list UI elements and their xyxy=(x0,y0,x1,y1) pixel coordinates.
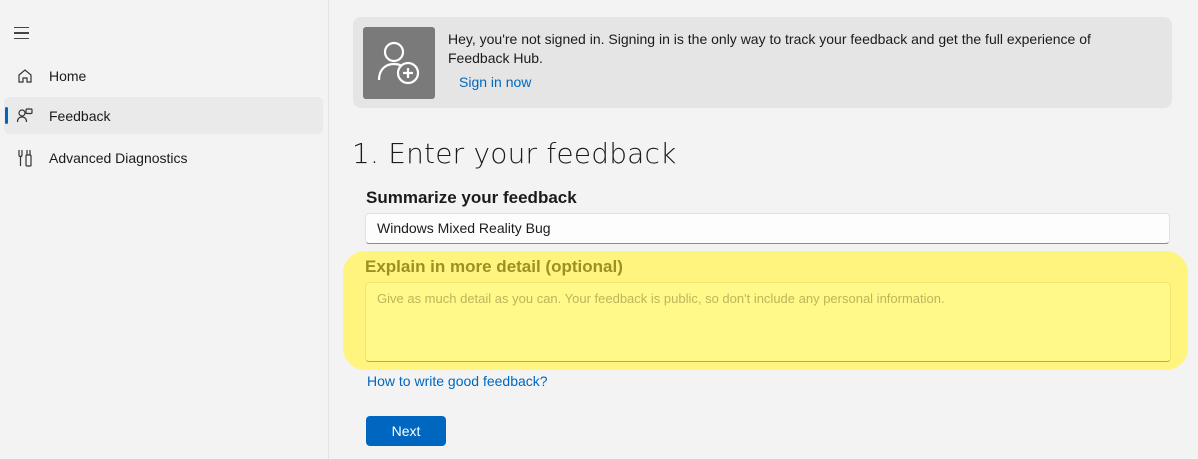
sidebar-item-label: Advanced Diagnostics xyxy=(49,149,188,166)
detail-textarea[interactable] xyxy=(365,282,1171,362)
sidebar-item-label: Home xyxy=(49,67,87,84)
feedback-icon xyxy=(16,107,34,125)
diagnostics-icon xyxy=(16,149,34,167)
detail-label: Explain in more detail (optional) xyxy=(365,257,623,276)
active-indicator xyxy=(5,107,8,124)
summary-input[interactable] xyxy=(365,213,1170,244)
next-button[interactable]: Next xyxy=(366,416,446,446)
sidebar-item-label: Feedback xyxy=(49,107,111,124)
page-title: 1. Enter your feedback xyxy=(352,137,677,170)
sidebar-item-advanced-diagnostics[interactable]: Advanced Diagnostics xyxy=(4,139,323,176)
hamburger-menu-icon[interactable] xyxy=(14,24,34,42)
signin-banner: Hey, you're not signed in. Signing in is… xyxy=(353,17,1172,108)
sidebar: Home Feedback Advanced Diagnostics xyxy=(0,0,329,459)
summary-label: Summarize your feedback xyxy=(366,188,577,207)
signin-message: Hey, you're not signed in. Signing in is… xyxy=(448,31,1091,66)
sign-in-link[interactable]: Sign in now xyxy=(459,74,531,90)
home-icon xyxy=(16,67,34,85)
sidebar-item-feedback[interactable]: Feedback xyxy=(4,97,323,134)
how-to-write-feedback-link[interactable]: How to write good feedback? xyxy=(367,373,548,389)
sidebar-item-home[interactable]: Home xyxy=(4,57,323,94)
person-add-icon xyxy=(363,27,435,99)
